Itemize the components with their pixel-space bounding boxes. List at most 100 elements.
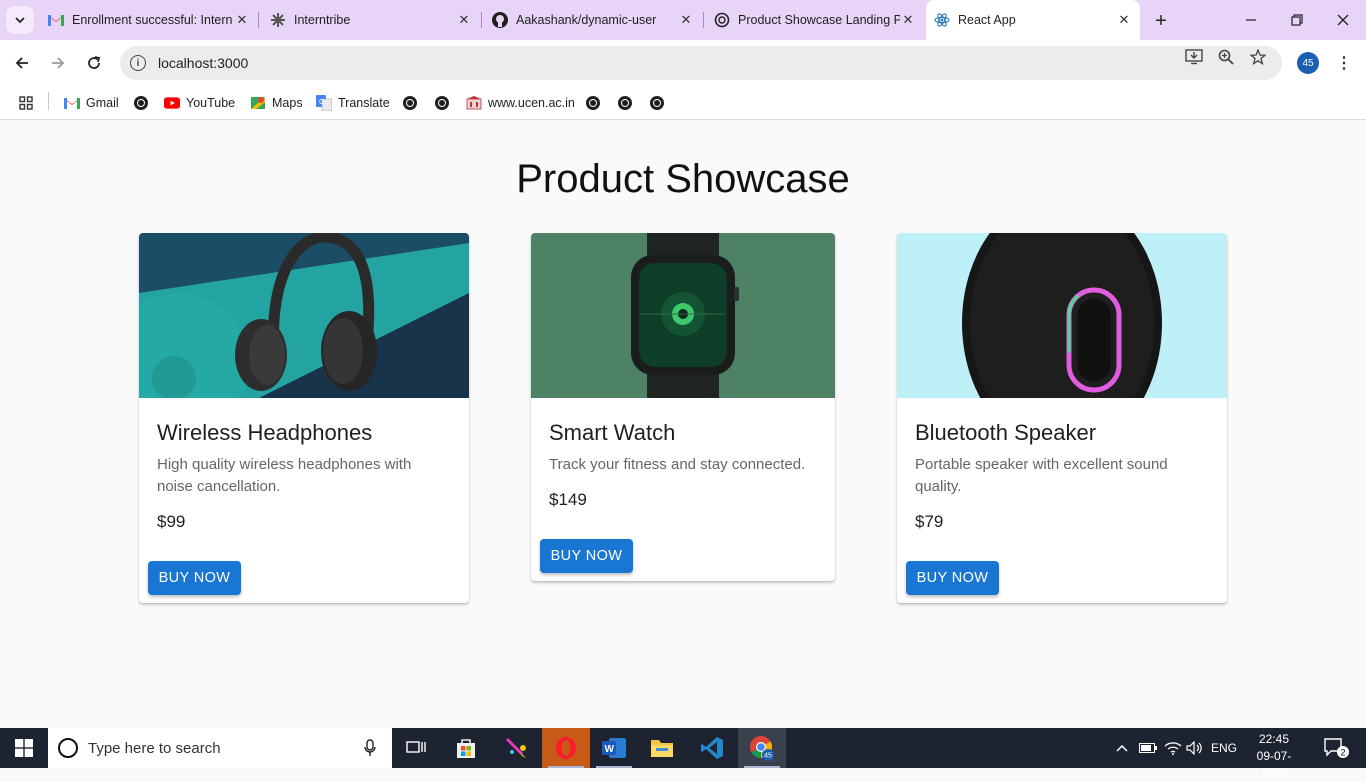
globe-icon [649, 95, 665, 111]
buy-now-button[interactable]: BUY NOW [148, 561, 241, 595]
bookmark-youtube[interactable]: YouTube [164, 92, 235, 114]
start-button[interactable] [0, 728, 48, 768]
windows-taskbar: Type here to search W 45 ENG 22:45 09-07… [0, 728, 1366, 780]
volume-icon[interactable] [1184, 728, 1206, 768]
bookmark-gmail[interactable]: Gmail [64, 92, 119, 114]
bookmark-globe[interactable] [585, 92, 607, 114]
bookmark-ucen[interactable]: www.ucen.ac.in [466, 92, 575, 114]
zoom-icon[interactable] [1217, 48, 1235, 66]
new-tab-button[interactable]: + [1148, 8, 1174, 34]
notification-icon: 2 [1324, 738, 1349, 758]
reload-button[interactable] [80, 49, 108, 77]
youtube-icon [164, 95, 180, 111]
install-app-icon[interactable] [1185, 48, 1203, 66]
page-title: Product Showcase [516, 157, 850, 201]
product-description: High quality wireless headphones with no… [157, 456, 412, 495]
globe-icon [402, 95, 418, 111]
tab-search-button[interactable] [6, 6, 34, 34]
close-window-button[interactable] [1320, 0, 1366, 40]
notification-center-button[interactable]: 2 [1316, 728, 1356, 768]
bookmark-label: Gmail [86, 96, 119, 110]
tab-title: Enrollment successful: Intern [72, 13, 233, 27]
globe-icon [133, 95, 149, 111]
interntribe-icon [270, 12, 286, 28]
microphone-icon[interactable] [360, 738, 380, 758]
show-hidden-icons-button[interactable] [1112, 728, 1132, 768]
site-info-icon[interactable]: i [130, 55, 146, 71]
bookmark-globe[interactable] [402, 92, 424, 114]
tab-github[interactable]: Aakashank/dynamic-user ✕ [484, 6, 702, 34]
taskbar-search[interactable]: Type here to search [48, 728, 392, 768]
close-icon[interactable]: ✕ [456, 12, 472, 28]
close-icon[interactable]: ✕ [900, 12, 916, 28]
back-button[interactable] [8, 49, 36, 77]
close-icon[interactable]: ✕ [1116, 12, 1132, 28]
folder-icon [651, 740, 673, 757]
profile-avatar[interactable]: 45 [1297, 52, 1319, 74]
chatgpt-icon [714, 12, 730, 28]
bookmark-divider [48, 92, 49, 110]
system-clock[interactable]: 22:45 09-07-2025 [1244, 731, 1304, 782]
taskbar-file-explorer[interactable] [638, 728, 686, 768]
chevron-down-icon [15, 17, 25, 24]
translate-icon: G [316, 95, 332, 111]
tab-enrollment[interactable]: Enrollment successful: Intern ✕ [40, 6, 258, 34]
card-body: Wireless Headphones High quality wireles… [139, 398, 469, 532]
taskbar-vscode[interactable] [688, 728, 736, 768]
bookmark-star-icon[interactable] [1249, 48, 1267, 66]
tab-divider [258, 12, 259, 28]
product-description: Portable speaker with excellent sound qu… [915, 456, 1168, 495]
gmail-icon [64, 95, 80, 111]
chevron-up-icon [1116, 744, 1128, 752]
reload-icon [88, 56, 101, 69]
close-icon[interactable]: ✕ [678, 12, 694, 28]
browser-toolbar: i localhost:3000 45 ⋮ [0, 40, 1366, 86]
search-icon [58, 738, 78, 758]
svg-text:G: G [319, 99, 324, 106]
tab-interntribe[interactable]: Interntribe ✕ [262, 6, 480, 34]
globe-icon [585, 95, 601, 111]
gmail-icon [48, 12, 64, 28]
tab-title: Product Showcase Landing P [738, 13, 900, 27]
bookmark-globe[interactable] [133, 92, 155, 114]
clock-date: 09-07-2025 [1256, 749, 1292, 780]
taskbar-opera[interactable] [542, 728, 590, 768]
react-icon [934, 12, 950, 28]
wifi-icon[interactable] [1162, 728, 1184, 768]
language-indicator[interactable]: ENG [1208, 728, 1240, 768]
address-bar[interactable]: i localhost:3000 [120, 46, 1282, 80]
bookmark-label: Translate [338, 96, 390, 110]
product-price: $149 [549, 490, 587, 509]
bookmark-globe[interactable] [434, 92, 456, 114]
bookmark-translate[interactable]: G Translate [316, 92, 390, 114]
tab-react-app[interactable]: React App ✕ [926, 0, 1140, 40]
clock-time: 22:45 [1258, 732, 1290, 746]
bookmark-globe[interactable] [649, 92, 671, 114]
taskbar-paint-app[interactable] [492, 728, 540, 768]
menu-kebab-icon[interactable]: ⋮ [1336, 52, 1352, 74]
buy-now-button[interactable]: BUY NOW [540, 539, 633, 573]
restore-button[interactable] [1274, 0, 1320, 40]
bookmark-label: YouTube [186, 96, 236, 110]
battery-icon[interactable] [1138, 728, 1158, 768]
tab-title: Interntribe [294, 13, 351, 27]
arrow-right-icon [52, 57, 65, 69]
apps-grid-button[interactable] [18, 92, 40, 114]
tab-title: Aakashank/dynamic-user [516, 13, 657, 27]
task-view-button[interactable] [392, 728, 440, 768]
minimize-button[interactable] [1228, 0, 1274, 40]
taskbar-store[interactable] [442, 728, 490, 768]
close-icon[interactable]: ✕ [234, 12, 250, 28]
maps-icon [250, 95, 266, 111]
taskbar-chrome[interactable]: 45 [738, 728, 786, 768]
bookmark-maps[interactable]: Maps [250, 92, 303, 114]
page-content: Product Showcase Wireless Headphones Hig… [0, 121, 1366, 728]
notification-count: 2 [1340, 748, 1345, 758]
card-body: Smart Watch Track your fitness and stay … [531, 398, 835, 510]
windows-logo-icon [15, 739, 33, 757]
buy-now-button[interactable]: BUY NOW [906, 561, 999, 595]
taskbar-word[interactable]: W [590, 728, 638, 768]
forward-button[interactable] [44, 49, 72, 77]
tab-product-showcase[interactable]: Product Showcase Landing P ✕ [706, 6, 924, 34]
bookmark-globe[interactable] [617, 92, 639, 114]
